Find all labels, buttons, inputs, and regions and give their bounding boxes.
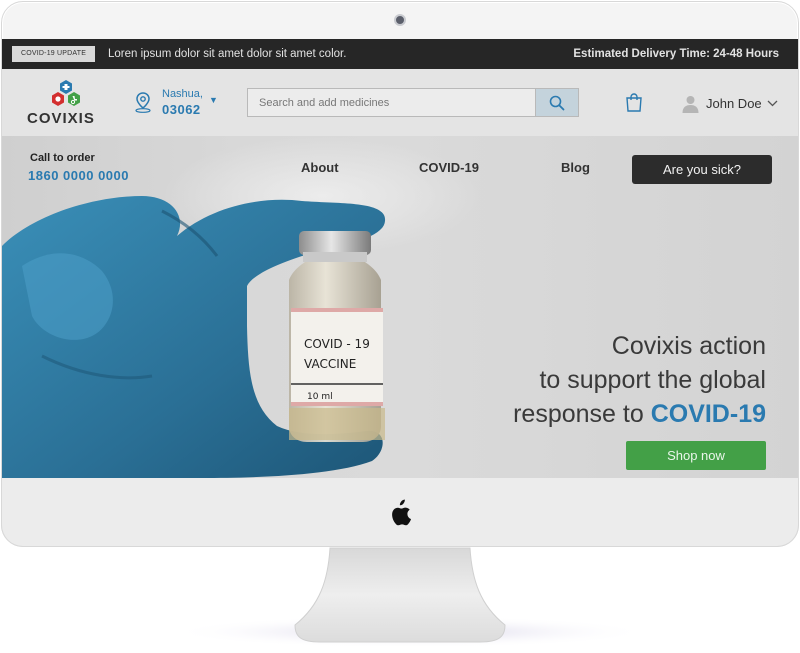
imac-mockup: COVID-19 UPDATE Loren ipsum dolor sit am… — [0, 0, 800, 653]
monitor-stand — [170, 547, 650, 648]
